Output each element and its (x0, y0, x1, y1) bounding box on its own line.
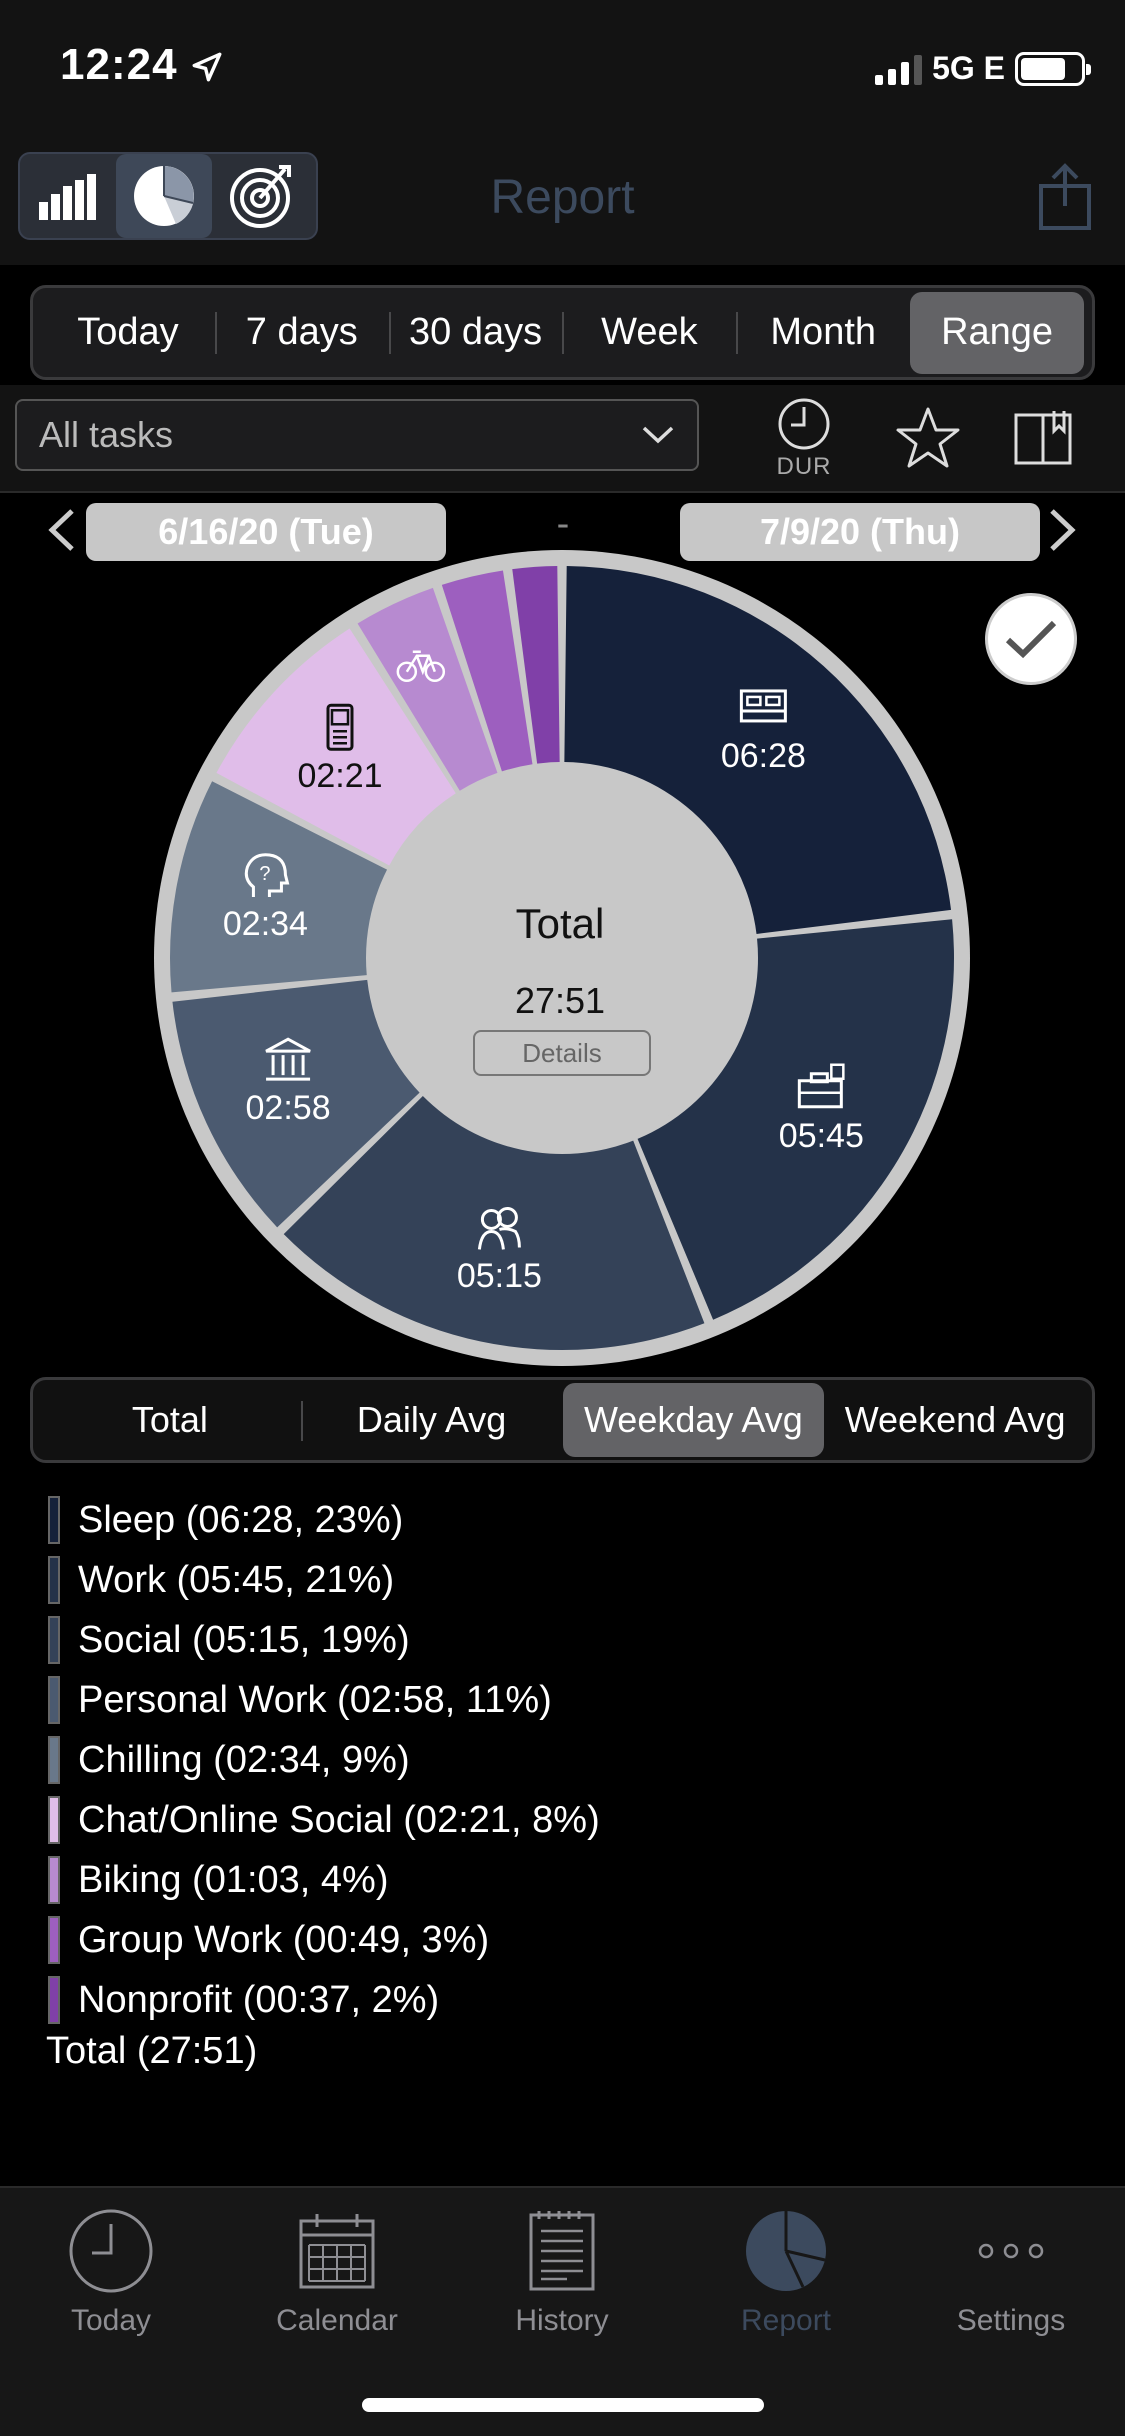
history-list-icon (529, 2211, 595, 2291)
legend-text: Group Work (00:49, 3%) (78, 1918, 490, 1961)
tab-daily-avg[interactable]: Daily Avg (300, 1383, 563, 1457)
battery-icon (1015, 51, 1091, 86)
legend-swatch (48, 1496, 60, 1544)
legend-text: Nonprofit (00:37, 2%) (78, 1978, 440, 2021)
average-tabs: Total Daily Avg Weekday Avg Weekend Avg (30, 1377, 1095, 1463)
legend-text: Personal Work (02:58, 11%) (78, 1678, 552, 1721)
tabbar-label: Calendar (276, 2304, 398, 2337)
legend-item: Biking (01:03, 4%) (48, 1850, 600, 1910)
duration-label: DUR (776, 453, 832, 480)
legend-item: Personal Work (02:58, 11%) (48, 1670, 600, 1730)
tab-weekend-avg[interactable]: Weekend Avg (824, 1383, 1086, 1457)
tab-weekday-avg[interactable]: Weekday Avg (562, 1383, 825, 1457)
tabbar-settings[interactable]: Settings (911, 2206, 1111, 2338)
legend-swatch (48, 1736, 60, 1784)
network-type: 5G E (932, 50, 1005, 86)
tabbar-report[interactable]: Report (686, 2206, 886, 2338)
tabbar-today[interactable]: Today (11, 2206, 211, 2338)
tabbar-label: Today (70, 2304, 152, 2337)
legend-item: Sleep (06:28, 23%) (48, 1490, 600, 1550)
page-title: Report (490, 171, 635, 224)
legend-item: Work (05:45, 21%) (48, 1550, 600, 1610)
legend-swatch (48, 1976, 60, 2024)
legend-text: Work (05:45, 21%) (78, 1558, 395, 1601)
chart-center-disc (372, 768, 752, 1148)
tab-30-days[interactable]: 30 days (388, 292, 563, 374)
tab-today[interactable]: Today (41, 292, 215, 374)
tab-month[interactable]: Month (736, 292, 910, 374)
pie-slice-value-label: 02:58 (245, 1089, 331, 1128)
tabbar-label: History (515, 2304, 609, 2337)
legend-text: Chat/Online Social (02:21, 8%) (78, 1798, 600, 1841)
legend-item: Group Work (00:49, 3%) (48, 1910, 600, 1970)
star-icon[interactable] (895, 405, 961, 471)
legend-total: Total (27:51) (46, 2030, 258, 2072)
legend-swatch (48, 1616, 60, 1664)
duration-button[interactable]: DUR (773, 397, 835, 481)
status-time: 12:24 (60, 40, 178, 89)
legend-swatch (48, 1916, 60, 1964)
legend-text: Social (05:15, 19%) (78, 1618, 410, 1661)
legend-swatch (48, 1556, 60, 1604)
checkmark-button[interactable] (985, 593, 1077, 685)
legend-item: Chilling (02:34, 9%) (48, 1730, 600, 1790)
legend-item: Chat/Online Social (02:21, 8%) (48, 1790, 600, 1850)
legend-list: Sleep (06:28, 23%) Work (05:45, 21%) Soc… (48, 1490, 600, 2030)
legend-swatch (48, 1676, 60, 1724)
chevron-down-icon (642, 426, 674, 444)
legend-swatch (48, 1796, 60, 1844)
svg-text:?: ? (259, 863, 270, 885)
legend-text: Chilling (02:34, 9%) (78, 1738, 410, 1781)
pie-slice-value-label: 02:34 (222, 904, 308, 943)
tabbar-label: Settings (956, 2304, 1066, 2337)
signal-icon (875, 53, 923, 85)
tab-range[interactable]: Range (910, 291, 1084, 374)
pie-slice-value-label: 05:15 (456, 1257, 542, 1296)
tabbar-calendar[interactable]: Calendar (237, 2206, 437, 2338)
pie-slice-value-label: 02:21 (297, 757, 383, 796)
pie-slice-value-label: 05:45 (778, 1116, 864, 1155)
tabbar-label: Report (740, 2304, 832, 2337)
pie-slice-value-label: 06:28 (720, 736, 806, 775)
task-filter-value: All tasks (39, 414, 174, 455)
clock-icon (778, 398, 830, 450)
filter-row: All tasks DUR (0, 385, 1125, 493)
tab-7-days[interactable]: 7 days (214, 292, 389, 374)
chart-center-title: Total (515, 900, 605, 947)
task-filter-select[interactable]: All tasks (15, 399, 699, 471)
legend-item: Nonprofit (00:37, 2%) (48, 1970, 600, 2030)
share-icon[interactable] (1035, 162, 1095, 232)
legend-text: Biking (01:03, 4%) (78, 1858, 389, 1901)
legend-text: Sleep (06:28, 23%) (78, 1498, 404, 1541)
legend-item: Social (05:15, 19%) (48, 1610, 600, 1670)
chart-center-value: 27:51 (514, 980, 606, 1021)
checkmark-icon (1005, 620, 1057, 659)
pie-chart-icon (746, 2211, 826, 2291)
status-bar: 12:24 5G E (0, 0, 1125, 140)
range-tabs: Today 7 days 30 days Week Month Range (30, 285, 1095, 380)
header: Report (0, 140, 1125, 265)
details-button[interactable]: Details (473, 1030, 651, 1076)
tab-total[interactable]: Total (39, 1383, 301, 1457)
donut-chart: ? (154, 550, 970, 1366)
legend-swatch (48, 1856, 60, 1904)
home-indicator (362, 2398, 764, 2412)
more-dots-icon (978, 2243, 1044, 2259)
clock-icon (69, 2209, 153, 2293)
location-arrow-icon (192, 52, 222, 82)
calendar-icon (299, 2214, 375, 2289)
tabbar-history[interactable]: History (462, 2206, 662, 2338)
tab-week[interactable]: Week (562, 292, 736, 374)
book-icon[interactable] (1012, 407, 1074, 467)
